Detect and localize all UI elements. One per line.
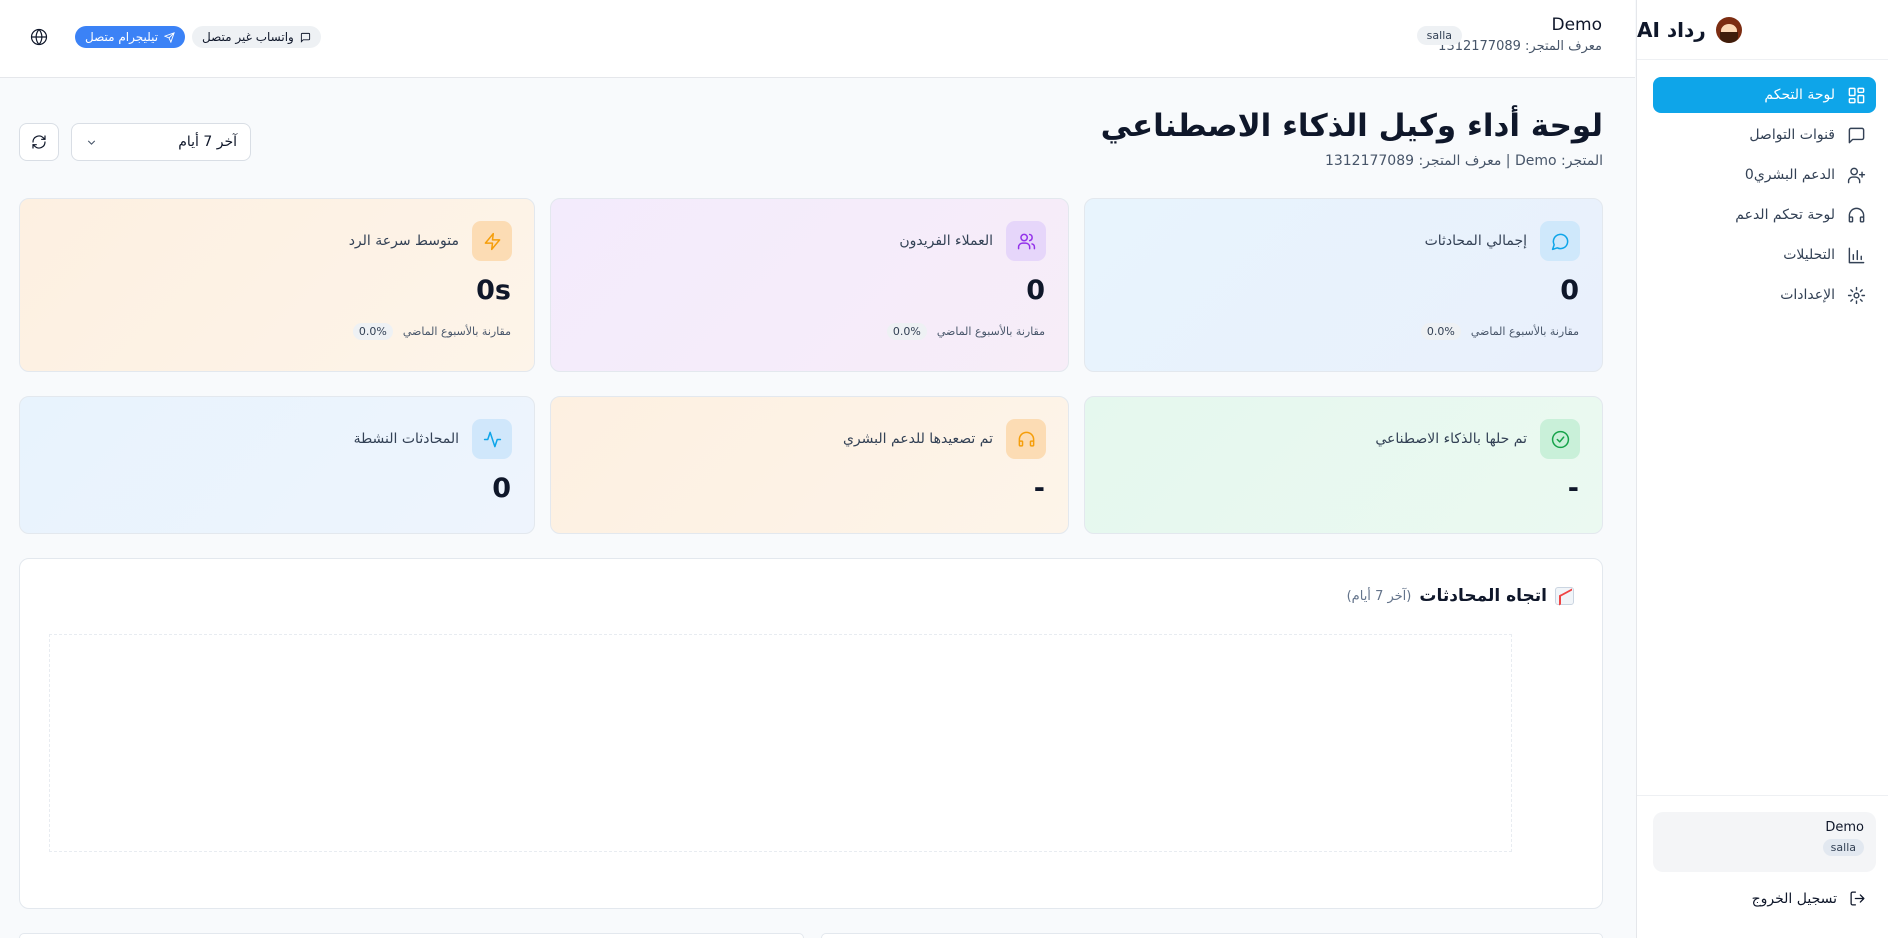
sidebar-item-label: الدعم البشري0 <box>1744 167 1835 183</box>
gear-icon <box>1847 286 1866 304</box>
compare-percent: 0.0% <box>352 323 393 340</box>
telegram-status-badge: تيليجرام متصل <box>75 26 186 48</box>
stat-value: 0s <box>476 275 511 306</box>
trend-range: (آخر 7 أيام) <box>1346 588 1412 604</box>
conversation-trend-panel: اتجاه المحادثات (آخر 7 أيام) <box>19 558 1603 909</box>
logout-button[interactable]: تسجيل الخروج <box>1653 890 1876 907</box>
sidebar-item-label: قنوات التواصل <box>1749 127 1835 143</box>
page-title: لوحة أداء وكيل الذكاء الاصطناعي <box>1100 108 1603 144</box>
trend-header: اتجاه المحادثات (آخر 7 أيام) <box>1347 586 1574 606</box>
sidebar-item-channels[interactable]: قنوات التواصل <box>1653 117 1876 153</box>
sidebar-item-label: التحليلات <box>1783 247 1835 263</box>
store-name: Demo <box>1551 15 1602 35</box>
stat-label: تم تصعيدها للدعم البشري <box>842 431 993 447</box>
telegram-status-label: تيليجرام متصل <box>85 30 159 44</box>
chart-increasing-icon <box>1555 587 1574 605</box>
top-header: Demo معرف المتجر: 1312177089 salla واتسا… <box>0 0 1635 78</box>
whatsapp-status-label: واتساب غير متصل <box>202 30 294 44</box>
stat-card-avg-response: متوسط سرعة الرد 0s مقارنة بالأسبوع الماض… <box>19 198 535 372</box>
avatar-logo-icon <box>1715 16 1742 43</box>
store-id: معرف المتجر: 1312177089 <box>1438 39 1602 54</box>
stat-label: المحادثات النشطة <box>353 431 459 447</box>
date-range-value: آخر 7 أيام <box>178 134 237 150</box>
whatsapp-status-badge: واتساب غير متصل <box>192 26 321 48</box>
check-circle-icon <box>1540 419 1580 459</box>
sidebar-item-label: الإعدادات <box>1780 287 1835 303</box>
stat-label: العملاء الفريدون <box>899 233 993 249</box>
user-name: Demo <box>1825 820 1864 835</box>
bar-chart-icon <box>1848 247 1865 263</box>
date-range-select[interactable]: آخر 7 أيام <box>71 123 251 161</box>
headset-icon <box>1848 207 1865 223</box>
sidebar-item-label: لوحة تحكم الدعم <box>1735 207 1835 223</box>
lower-panel-right <box>821 933 1603 938</box>
activity-icon <box>472 419 512 459</box>
stat-label: متوسط سرعة الرد <box>348 233 459 249</box>
stat-compare: مقارنة بالأسبوع الماضي 0.0% <box>886 323 1045 340</box>
compare-percent: 0.0% <box>1420 323 1461 340</box>
stat-value: 0 <box>1026 275 1045 306</box>
stat-compare: مقارنة بالأسبوع الماضي 0.0% <box>352 323 511 340</box>
stat-card-resolved-ai: تم حلها بالذكاء الاصطناعي - <box>1084 396 1603 534</box>
sidebar-item-human-support[interactable]: الدعم البشري0 <box>1653 157 1876 193</box>
trend-chart-area <box>49 634 1512 852</box>
platform-badge: salla <box>1416 26 1462 45</box>
sidebar-item-support-dashboard[interactable]: لوحة تحكم الدعم <box>1653 197 1876 233</box>
stat-value: - <box>1567 473 1579 504</box>
sidebar-item-settings[interactable]: الإعدادات <box>1653 277 1876 313</box>
trend-title: اتجاه المحادثات <box>1419 586 1547 606</box>
chevron-down-icon <box>87 139 96 145</box>
message-icon <box>300 32 310 43</box>
dashboard-icon <box>1848 87 1865 103</box>
chat-icon <box>1540 221 1580 261</box>
stat-compare: مقارنة بالأسبوع الماضي 0.0% <box>1420 323 1579 340</box>
stat-label: إجمالي المحادثات <box>1424 233 1527 249</box>
page-subtitle: المتجر: Demo | معرف المتجر: 1312177089 <box>1324 153 1603 169</box>
brand[interactable]: رداد AI <box>1637 0 1888 60</box>
user-icon <box>1847 167 1866 183</box>
brand-name: رداد AI <box>1637 17 1706 42</box>
sidebar-footer: Demo salla تسجيل الخروج <box>1637 795 1888 938</box>
refresh-button[interactable] <box>19 123 59 161</box>
language-globe-icon[interactable] <box>30 28 48 46</box>
compare-label: مقارنة بالأسبوع الماضي <box>402 325 511 338</box>
logout-label: تسجيل الخروج <box>1751 890 1837 907</box>
stat-value: 0 <box>492 473 511 504</box>
stat-card-escalated: تم تصعيدها للدعم البشري - <box>550 396 1069 534</box>
stat-label: تم حلها بالذكاء الاصطناعي <box>1375 431 1527 447</box>
sidebar-item-dashboard[interactable]: لوحة التحكم <box>1653 77 1876 113</box>
sidebar-item-label: لوحة التحكم <box>1764 87 1835 103</box>
compare-label: مقارنة بالأسبوع الماضي <box>1470 325 1579 338</box>
stat-card-total-conversations: إجمالي المحادثات 0 مقارنة بالأسبوع الماض… <box>1084 198 1603 372</box>
store-info: Demo معرف المتجر: 1312177089 <box>1438 15 1602 54</box>
logout-icon <box>1850 891 1865 906</box>
stat-value: - <box>1033 473 1045 504</box>
user-card: Demo salla <box>1653 812 1876 872</box>
user-platform-badge: salla <box>1822 839 1864 856</box>
users-icon <box>1006 221 1046 261</box>
lower-panel-left <box>19 933 804 938</box>
headset-icon <box>1006 419 1046 459</box>
stat-value: 0 <box>1560 275 1579 306</box>
sidebar: رداد AI لوحة التحكم قنوات التواصل الدعم … <box>1636 0 1888 938</box>
lightning-icon <box>472 221 512 261</box>
stat-card-active-conversations: المحادثات النشطة 0 <box>19 396 535 534</box>
compare-label: مقارنة بالأسبوع الماضي <box>936 325 1045 338</box>
send-icon <box>164 31 175 43</box>
chat-icon <box>1848 127 1865 143</box>
sidebar-item-analytics[interactable]: التحليلات <box>1653 237 1876 273</box>
sidebar-nav: لوحة التحكم قنوات التواصل الدعم البشري0 … <box>1637 60 1888 313</box>
refresh-icon <box>32 135 46 149</box>
compare-percent: 0.0% <box>886 323 927 340</box>
stat-card-unique-customers: العملاء الفريدون 0 مقارنة بالأسبوع الماض… <box>550 198 1069 372</box>
